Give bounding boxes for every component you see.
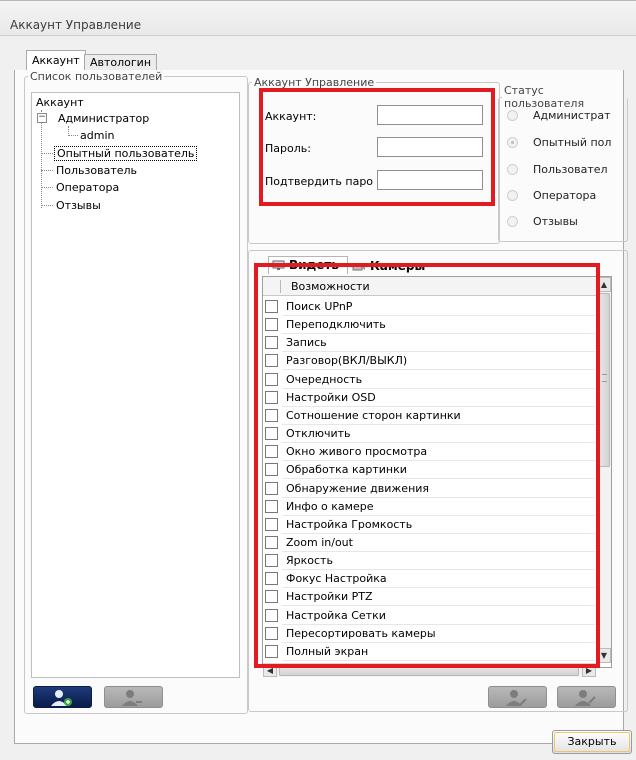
status-label-power-user: Опытный пол [533, 136, 612, 149]
status-radio-admin[interactable] [507, 110, 518, 121]
status-label-operator: Оператора [533, 189, 597, 202]
status-group-legend: Статус пользователя [504, 84, 585, 110]
window-title: Аккаунт Управление [10, 18, 142, 32]
status-radio-power-user[interactable] [507, 137, 518, 148]
add-user-icon [51, 690, 72, 706]
save-user-icon [575, 690, 596, 706]
users-group-legend: Список пользователей [30, 70, 163, 83]
tree-node-reviews[interactable]: Отзывы [56, 199, 101, 212]
save-user-button[interactable] [557, 686, 616, 708]
status-label-admin: Администрат [533, 109, 611, 122]
add-user-button[interactable] [33, 686, 92, 708]
remove-user-icon [122, 690, 142, 706]
status-radio-reviews[interactable] [507, 216, 518, 227]
tree-node-admin[interactable]: admin [80, 129, 114, 142]
users-tree[interactable] [31, 92, 240, 678]
tree-line [41, 170, 53, 171]
tree-node-power-user[interactable]: Опытный пользователь [54, 146, 198, 161]
tree-line [41, 187, 53, 188]
window-title-bar: Аккаунт Управление [0, 0, 636, 36]
status-label-user: Пользовател [533, 163, 608, 176]
tab-account[interactable]: Аккаунт [26, 50, 86, 70]
tree-node-operator[interactable]: Оператора [56, 181, 119, 194]
tree-line [68, 135, 78, 136]
status-radio-user[interactable] [507, 164, 518, 175]
tree-line [41, 153, 53, 154]
tree-node-administrator[interactable]: Администратор [58, 112, 149, 125]
close-button[interactable]: Закрыть [552, 730, 632, 754]
status-label-reviews: Отзывы [533, 215, 578, 228]
tree-root-account[interactable]: Аккаунт [36, 96, 84, 109]
status-radio-operator[interactable] [507, 190, 518, 201]
highlight-frame-credentials [259, 88, 495, 206]
tree-line [41, 205, 53, 206]
highlight-frame-capabilities [254, 263, 600, 668]
tree-node-user[interactable]: Пользователь [56, 164, 137, 177]
remove-user-button[interactable] [104, 686, 163, 708]
edit-user-button[interactable] [488, 686, 547, 708]
edit-user-icon [506, 690, 527, 706]
collapse-icon[interactable]: − [37, 113, 47, 123]
close-button-label: Закрыть [567, 735, 617, 748]
tab-autologin[interactable]: Автологин [84, 54, 158, 70]
tree-line [41, 110, 42, 208]
